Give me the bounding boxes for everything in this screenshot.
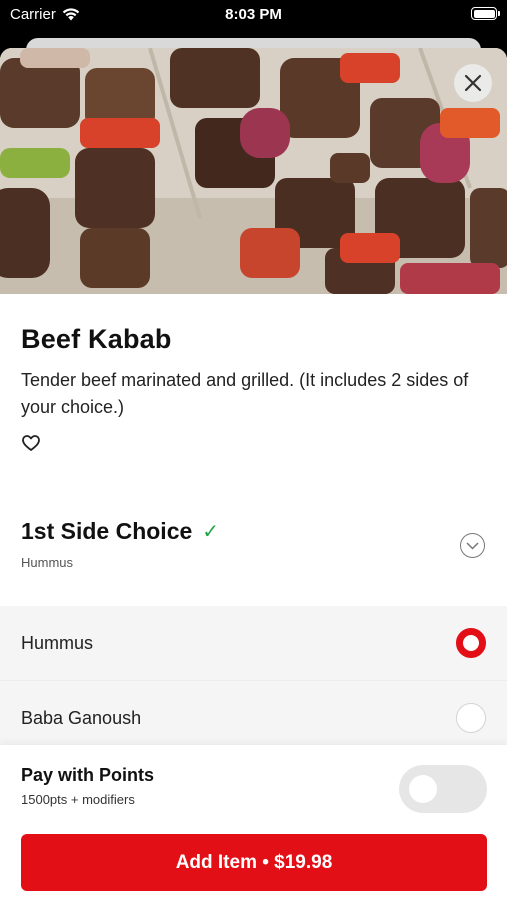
points-toggle[interactable] xyxy=(399,765,487,813)
item-info: Beef Kabab Tender beef marinated and gri… xyxy=(0,294,507,458)
item-detail-sheet: Beef Kabab Tender beef marinated and gri… xyxy=(0,48,507,900)
radio-selected[interactable] xyxy=(456,628,486,658)
clock: 8:03 PM xyxy=(225,6,282,23)
item-photo xyxy=(0,48,507,294)
toggle-knob xyxy=(409,775,437,803)
check-icon: ✓ xyxy=(202,521,220,543)
side-choice-title: 1st Side Choice xyxy=(21,518,193,544)
add-item-button[interactable]: Add Item • $19.98 xyxy=(21,834,487,891)
checkout-bar: Pay with Points 1500pts + modifiers Add … xyxy=(0,745,507,900)
option-label: Baba Ganoush xyxy=(21,707,142,728)
side-choice-header[interactable]: 1st Side Choice ✓ Hummus xyxy=(21,518,487,578)
item-title: Beef Kabab xyxy=(21,324,172,354)
side-options-list: Hummus Baba Ganoush xyxy=(0,606,507,756)
side-option-hummus[interactable]: Hummus xyxy=(0,606,507,681)
pay-with-points: Pay with Points 1500pts + modifiers xyxy=(21,765,154,807)
status-bar: Carrier 8:03 PM xyxy=(0,0,507,30)
close-icon xyxy=(464,74,482,92)
close-button[interactable] xyxy=(454,64,492,102)
chevron-down-icon[interactable] xyxy=(460,533,485,558)
points-title: Pay with Points xyxy=(21,765,155,785)
radio-unselected[interactable] xyxy=(456,703,486,733)
kabab-photo-icon xyxy=(0,48,507,294)
item-description: Tender beef marinated and grilled. (It i… xyxy=(21,370,469,417)
option-label: Hummus xyxy=(21,632,94,653)
side-choice-summary: Hummus xyxy=(21,555,74,570)
battery-icon xyxy=(471,7,500,20)
points-subtitle: 1500pts + modifiers xyxy=(21,792,135,807)
heart-outline-icon[interactable] xyxy=(21,433,41,453)
